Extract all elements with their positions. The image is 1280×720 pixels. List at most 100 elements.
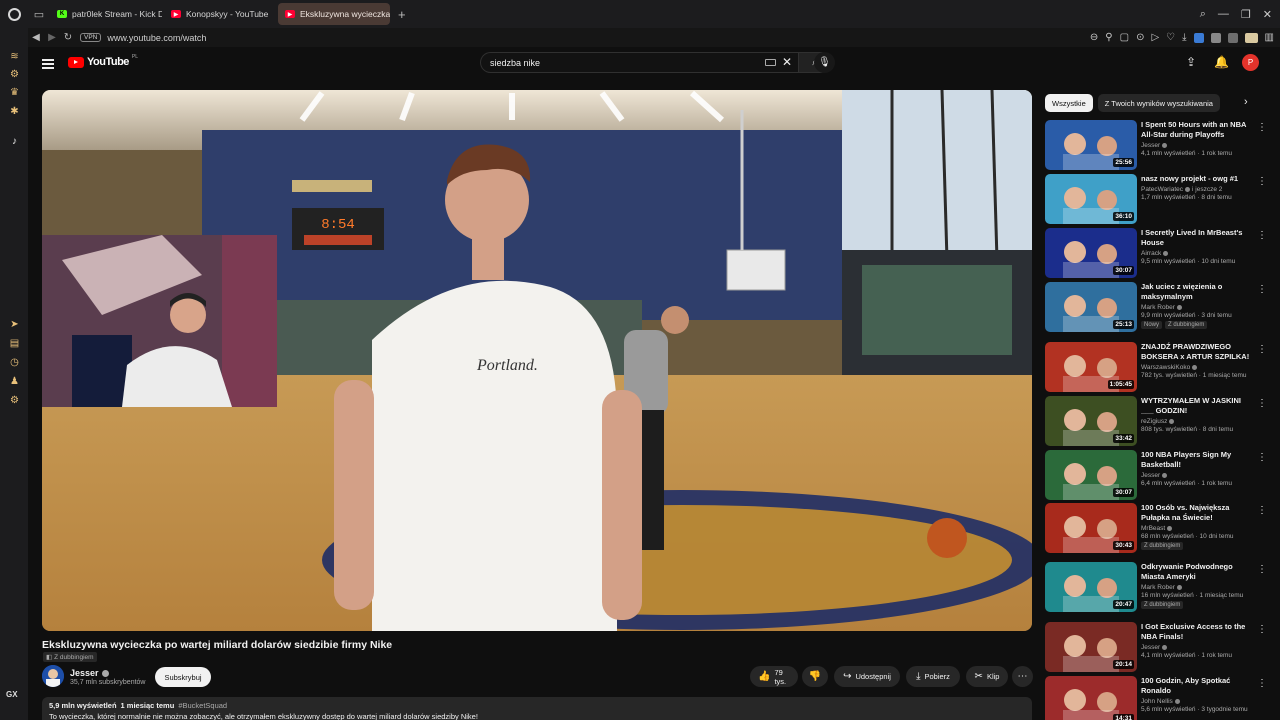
chip-from-search[interactable]: Z Twoich wyników wyszukiwania [1097, 94, 1220, 112]
video-thumbnail[interactable]: 25:13 [1045, 282, 1137, 332]
maximize-icon[interactable]: ❐ [1241, 8, 1251, 21]
like-button[interactable]: 👍 79 tys. [750, 666, 798, 687]
channel-name[interactable]: MrBeast [1141, 525, 1165, 532]
profile-icon[interactable] [1244, 32, 1258, 43]
forward-icon[interactable]: ▶ [44, 32, 60, 43]
video-title[interactable]: Odkrywanie Podwodnego Miasta Ameryki [1141, 562, 1255, 582]
back-icon[interactable]: ◀ [28, 32, 44, 43]
video-title[interactable]: I Got Exclusive Access to the NBA Finals… [1141, 622, 1255, 642]
video-title[interactable]: Jak uciec z więzienia o maksymalnym zabe… [1141, 282, 1255, 302]
more-vertical-icon[interactable]: ⋮ [1257, 344, 1267, 355]
sidebar-settings-icon[interactable]: ⚙ [8, 394, 21, 407]
channel-name[interactable]: PatecWariatec [1141, 186, 1183, 193]
browser-tab[interactable]: ▶ Konopskyy - YouTube [164, 3, 276, 25]
more-vertical-icon[interactable]: ⋮ [1257, 122, 1267, 133]
new-tab-button[interactable]: + [392, 7, 412, 22]
video-title[interactable]: 100 Osób vs. Największa Pułapka na Świec… [1141, 503, 1255, 523]
clip-button[interactable]: ✂ Klip [966, 666, 1008, 687]
recommended-video[interactable]: 30:43 100 Osób vs. Największa Pułapka na … [1045, 503, 1267, 554]
recommended-video[interactable]: 20:14 I Got Exclusive Access to the NBA F… [1045, 622, 1267, 673]
video-thumbnail[interactable]: 20:47 [1045, 562, 1137, 612]
video-thumbnail[interactable]: 1:05:45 [1045, 342, 1137, 392]
video-thumbnail[interactable]: 14:31 [1045, 676, 1137, 720]
video-title[interactable]: ZNAJDŹ PRAWDZIWEGO BOKSERA x ARTUR SZPIL… [1141, 342, 1255, 362]
share-button[interactable]: ↪ Udostępnij [834, 666, 900, 687]
voice-search-button[interactable]: 🎙 [814, 52, 835, 73]
video-title[interactable]: 100 NBA Players Sign My Basketball! [1141, 450, 1255, 470]
video-thumbnail[interactable]: 36:10 [1045, 174, 1137, 224]
video-title[interactable]: nasz nowy projekt - owg #1 [1141, 174, 1255, 184]
video-thumbnail[interactable]: 30:07 [1045, 450, 1137, 500]
send-icon[interactable]: ▷ [1151, 32, 1159, 43]
recommended-video[interactable]: 25:56 I Spent 50 Hours with an NBA All-St… [1045, 120, 1267, 171]
channel-name[interactable]: WarszawskiKoko [1141, 364, 1190, 371]
channel-name[interactable]: John Nellis [1141, 698, 1173, 705]
recommended-video[interactable]: 25:13 Jak uciec z więzienia o maksymalnym… [1045, 282, 1267, 333]
video-player[interactable]: 8:54 Portland. [42, 90, 1032, 631]
gx-label[interactable]: GX [6, 690, 18, 699]
more-vertical-icon[interactable]: ⋮ [1257, 505, 1267, 516]
sidebar-history-icon[interactable]: ◷ [8, 356, 21, 369]
video-thumbnail[interactable]: 33:42 [1045, 396, 1137, 446]
sidebar-twitch-icon[interactable]: ♛ [8, 86, 21, 99]
dislike-button[interactable]: 👎 [802, 666, 828, 687]
camera-icon[interactable]: ⊙ [1136, 32, 1144, 43]
recommended-video[interactable]: 36:10 nasz nowy projekt - owg #1 PatecWari… [1045, 174, 1267, 225]
more-vertical-icon[interactable]: ⋮ [1257, 398, 1267, 409]
video-thumbnail[interactable]: 30:43 [1045, 503, 1137, 553]
recommended-video[interactable]: 1:05:45 ZNAJDŹ PRAWDZIWEGO BOKSERA x ARTU… [1045, 342, 1267, 393]
download-button[interactable]: ⤓ Pobierz [906, 666, 960, 687]
channel-name[interactable]: Jesser [1141, 644, 1160, 651]
sidebar-toggle-icon[interactable]: ▥ [1265, 32, 1274, 43]
extension-icon[interactable] [1227, 32, 1238, 43]
zoom-icon[interactable]: ⊖ [1090, 32, 1098, 43]
reload-icon[interactable]: ↻ [60, 32, 76, 43]
recommended-video[interactable]: 20:47 Odkrywanie Podwodnego Miasta Ameryk… [1045, 562, 1267, 613]
more-vertical-icon[interactable]: ⋮ [1257, 678, 1267, 689]
video-title[interactable]: I Spent 50 Hours with an NBA All-Star du… [1141, 120, 1255, 140]
pin-icon[interactable]: ⚲ [1105, 32, 1112, 43]
channel-name[interactable]: Jesser [1141, 472, 1160, 479]
sidebar-gx-control-icon[interactable]: ⚙ [8, 68, 21, 81]
heart-icon[interactable]: ♡ [1166, 32, 1175, 43]
opera-gx-logo-icon[interactable] [0, 0, 28, 28]
video-thumbnail[interactable]: 25:56 [1045, 120, 1137, 170]
channel-avatar[interactable] [42, 665, 64, 687]
tab-search-icon[interactable]: ⌕ [1200, 8, 1206, 21]
youtube-logo[interactable]: YouTube PL [68, 54, 138, 68]
sidebar-extensions-icon[interactable]: ♟ [8, 375, 21, 388]
sidebar-bookmarks-icon[interactable]: ▤ [8, 337, 21, 350]
description-box[interactable]: 5,9 mln wyświetleń 1 miesiąc temu #Bucke… [42, 697, 1032, 720]
upload-icon[interactable]: ⇪ [1186, 55, 1196, 69]
recommended-video[interactable]: 30:07 I Secretly Lived In MrBeast's House… [1045, 228, 1267, 279]
clear-search-icon[interactable]: ✕ [782, 55, 792, 69]
url-field[interactable]: www.youtube.com/watch [107, 33, 206, 43]
recommended-video[interactable]: 30:07 100 NBA Players Sign My Basketball!… [1045, 450, 1267, 501]
channel-name[interactable]: Jesser [1141, 142, 1160, 149]
channel-name[interactable]: Mark Rober [1141, 584, 1175, 591]
chip-all[interactable]: Wszystkie [1045, 94, 1093, 112]
snapshot-icon[interactable]: ▢ [1120, 32, 1129, 43]
hashtag-link[interactable]: #BucketSquad [178, 701, 227, 710]
chevron-right-icon[interactable]: › [1244, 96, 1248, 108]
more-vertical-icon[interactable]: ⋮ [1257, 564, 1267, 575]
sidebar-discord-icon[interactable]: ✱ [8, 105, 21, 118]
channel-name[interactable]: reZigiusz [1141, 418, 1167, 425]
vpn-badge[interactable]: VPN [80, 33, 102, 42]
more-actions-button[interactable]: ⋯ [1012, 666, 1033, 687]
menu-icon[interactable] [42, 59, 54, 69]
video-title[interactable]: WYTRZYMAŁEM W JASKINI ___ GODZIN! [1141, 396, 1255, 416]
more-vertical-icon[interactable]: ⋮ [1257, 230, 1267, 241]
channel-name[interactable]: Jesser [70, 668, 109, 678]
workspaces-icon[interactable]: ▭ [28, 0, 50, 28]
more-vertical-icon[interactable]: ⋮ [1257, 284, 1267, 295]
recommended-video[interactable]: 33:42 WYTRZYMAŁEM W JASKINI ___ GODZIN! re… [1045, 396, 1267, 447]
sidebar-music-icon[interactable]: ♪ [8, 135, 21, 148]
extension-icon[interactable] [1193, 32, 1204, 43]
video-thumbnail[interactable]: 20:14 [1045, 622, 1137, 672]
account-avatar[interactable]: P [1242, 54, 1259, 71]
notifications-bell-icon[interactable]: 🔔 [1214, 55, 1229, 69]
channel-name[interactable]: Airrack [1141, 250, 1161, 257]
recommended-video[interactable]: 14:31 100 Godzin, Aby Spotkać Ronaldo John… [1045, 676, 1267, 720]
video-thumbnail[interactable]: 30:07 [1045, 228, 1137, 278]
